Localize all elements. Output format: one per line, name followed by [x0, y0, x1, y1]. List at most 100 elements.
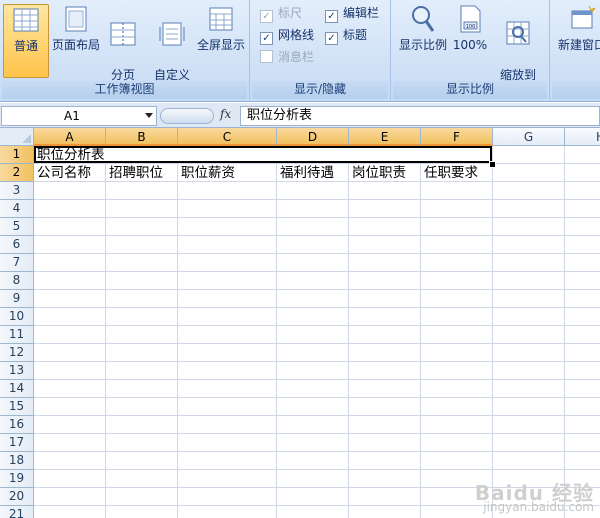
gridline [34, 235, 600, 236]
row-header[interactable]: 14 [0, 380, 34, 398]
gridline [34, 397, 600, 398]
chevron-down-icon[interactable] [145, 113, 153, 118]
normal-view-label: 普通 [13, 39, 38, 53]
show-hide-group-label: 显示/隐藏 [293, 82, 347, 96]
row-header[interactable]: 21 [0, 506, 34, 518]
column-header-a[interactable]: A [34, 128, 106, 146]
row-header[interactable]: 12 [0, 344, 34, 362]
row-header[interactable]: 3 [0, 182, 34, 200]
cell-b2[interactable]: 招聘职位 [107, 164, 163, 182]
row-header[interactable]: 18 [0, 452, 34, 470]
message-bar-checkbox[interactable]: 消息栏 [260, 48, 314, 66]
gridline [492, 146, 493, 518]
row-header[interactable]: 1 [0, 146, 34, 164]
zoom-button[interactable]: 显示比例 [395, 4, 451, 53]
page-break-preview-icon [110, 22, 136, 46]
gridline [564, 146, 565, 518]
gridline [34, 379, 600, 380]
gridlines-checkbox[interactable]: ✓ 网格线 [260, 26, 315, 45]
row-header[interactable]: 7 [0, 254, 34, 272]
name-box-value: A1 [64, 109, 80, 123]
check-icon: ✓ [260, 32, 273, 45]
new-window-icon [571, 5, 596, 29]
cell-c2[interactable]: 职位薪资 [179, 164, 235, 182]
zoom-100-icon: 100 [460, 5, 481, 33]
gridline [34, 325, 600, 326]
check-icon: ✓ [325, 32, 338, 45]
row-header[interactable]: 5 [0, 218, 34, 236]
window-group: 新建窗口 [550, 0, 600, 100]
row-header[interactable]: 16 [0, 416, 34, 434]
insert-function-icon[interactable]: fx [220, 107, 231, 121]
headings-checkbox[interactable]: ✓ 标题 [325, 26, 367, 45]
cell-e2[interactable]: 岗位职责 [350, 164, 406, 182]
gridline [276, 146, 277, 518]
normal-view-button[interactable]: 普通 [3, 4, 49, 78]
column-header-g[interactable]: G [493, 128, 565, 146]
gridline [34, 217, 600, 218]
row-header[interactable]: 4 [0, 200, 34, 218]
page-layout-label: 页面布局 [51, 38, 100, 52]
row-header[interactable]: 17 [0, 434, 34, 452]
cell-d2[interactable]: 福利待遇 [278, 164, 334, 182]
row-header[interactable]: 6 [0, 236, 34, 254]
gridlines-label: 网格线 [278, 28, 315, 42]
full-screen-label: 全屏显示 [196, 38, 245, 52]
formula-bar-resize-handle[interactable] [160, 108, 214, 124]
select-all-button[interactable] [0, 128, 34, 146]
gridline [34, 289, 600, 290]
check-icon: ✓ [325, 10, 338, 23]
row-header[interactable]: 13 [0, 362, 34, 380]
column-header-c[interactable]: C [178, 128, 277, 146]
column-header-e[interactable]: E [349, 128, 421, 146]
gridline [348, 146, 349, 518]
zoom-group-label: 显示比例 [445, 82, 494, 96]
cell-a1[interactable]: 职位分析表 [35, 146, 105, 164]
zoom-label: 显示比例 [398, 38, 447, 52]
gridline [34, 415, 600, 416]
workbook-views-group: 普通 页面布局 分页 预览 自定义 视图 [0, 0, 250, 100]
gridline [34, 361, 600, 362]
row-header[interactable]: 11 [0, 326, 34, 344]
full-screen-button[interactable]: 全屏显示 [195, 4, 247, 53]
ribbon: 普通 页面布局 分页 预览 自定义 视图 [0, 0, 600, 102]
normal-view-icon [13, 8, 39, 32]
column-header-f[interactable]: F [421, 128, 493, 146]
page-layout-button[interactable]: 页面布局 [50, 4, 102, 53]
new-window-label: 新建窗口 [557, 38, 600, 52]
page-layout-icon [65, 6, 87, 32]
gridline [177, 146, 178, 518]
row-header[interactable]: 9 [0, 290, 34, 308]
name-box[interactable]: A1 [1, 106, 157, 126]
gridline [34, 451, 600, 452]
ruler-checkbox[interactable]: ✓ 标尺 [260, 4, 302, 23]
row-header[interactable]: 20 [0, 488, 34, 506]
fill-handle[interactable] [489, 161, 496, 168]
svg-text:100: 100 [466, 24, 476, 30]
cell-f2[interactable]: 任职要求 [422, 164, 478, 182]
full-screen-icon [209, 7, 233, 31]
zoom-magnifier-icon [412, 6, 435, 32]
zoom-100-button[interactable]: 100 100% [451, 4, 489, 53]
row-header[interactable]: 15 [0, 398, 34, 416]
custom-views-icon [159, 22, 185, 46]
watermark-url: jingyan.baidu.com [483, 500, 594, 514]
zoom-to-selection-icon [506, 21, 530, 45]
formula-bar: A1 fx 职位分析表 [0, 103, 600, 128]
column-header-b[interactable]: B [106, 128, 178, 146]
cell-a2[interactable]: 公司名称 [35, 164, 91, 182]
zoom-group: 显示比例 100 100% 缩放到 选定区域 显示比例 [391, 0, 550, 100]
gridline [34, 469, 600, 470]
column-header-h[interactable]: H [565, 128, 600, 146]
formula-input[interactable]: 职位分析表 [240, 106, 600, 126]
formula-bar-checkbox[interactable]: ✓ 编辑栏 [325, 4, 379, 23]
zoom-100-label: 100% [452, 38, 488, 52]
check-icon: ✓ [260, 10, 273, 23]
row-header[interactable]: 8 [0, 272, 34, 290]
formula-controls: fx [160, 106, 238, 126]
row-header[interactable]: 2 [0, 164, 34, 182]
new-window-button[interactable]: 新建窗口 [554, 4, 600, 53]
row-header[interactable]: 19 [0, 470, 34, 488]
row-header[interactable]: 10 [0, 308, 34, 326]
column-header-d[interactable]: D [277, 128, 349, 146]
